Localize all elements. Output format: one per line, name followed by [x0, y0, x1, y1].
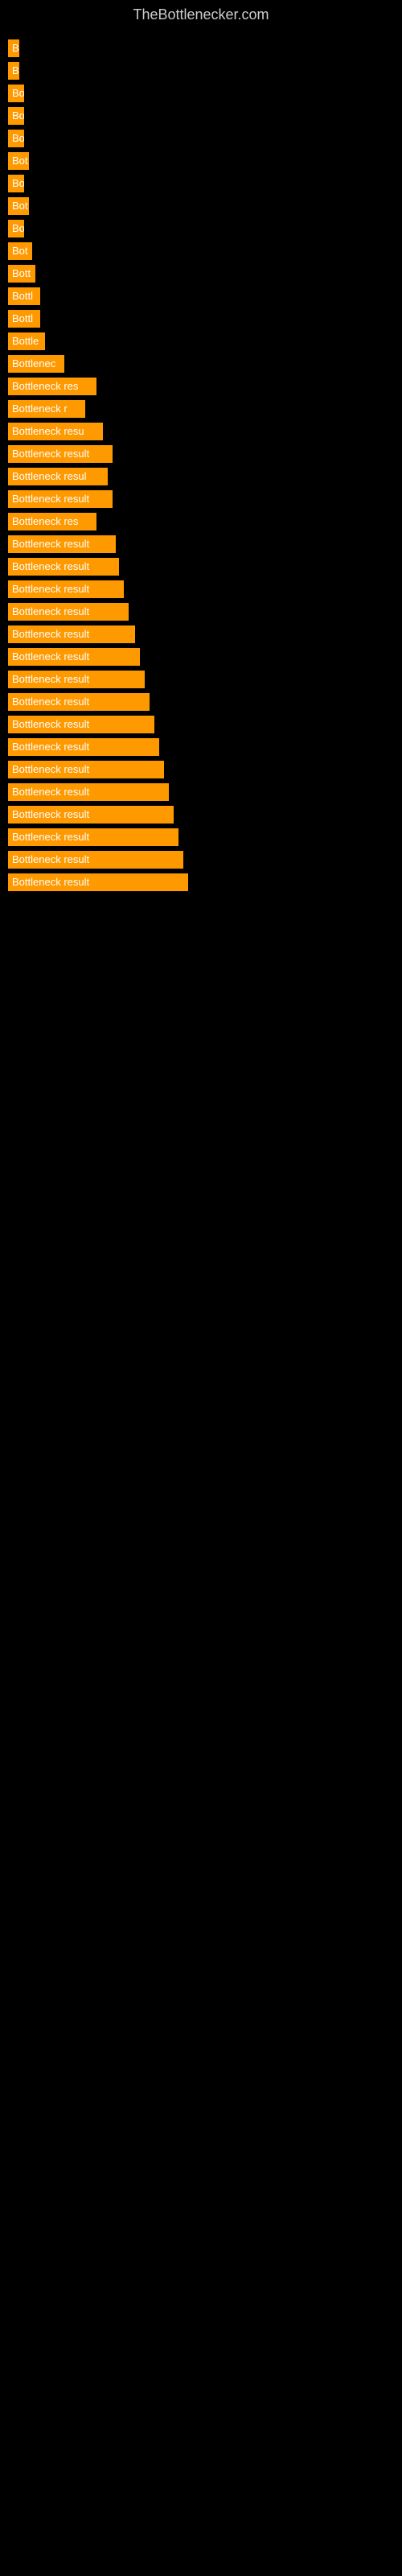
bar-label-3: Bo [8, 107, 24, 125]
bar-item-3: Bo [8, 107, 402, 125]
bar-label-12: Bottl [8, 310, 40, 328]
bar-item-22: Bottleneck result [8, 535, 402, 553]
bar-label-23: Bottleneck result [8, 558, 119, 576]
bar-label-34: Bottleneck result [8, 806, 174, 824]
bar-label-36: Bottleneck result [8, 851, 183, 869]
bar-item-26: Bottleneck result [8, 625, 402, 643]
bar-item-30: Bottleneck result [8, 716, 402, 733]
bar-label-17: Bottleneck resu [8, 423, 103, 440]
bar-item-16: Bottleneck r [8, 400, 402, 418]
bar-label-24: Bottleneck result [8, 580, 124, 598]
bar-label-30: Bottleneck result [8, 716, 154, 733]
bar-item-24: Bottleneck result [8, 580, 402, 598]
bar-label-0: B [8, 39, 19, 57]
bar-item-10: Bott [8, 265, 402, 283]
bar-label-11: Bottl [8, 287, 40, 305]
bar-label-9: Bot [8, 242, 32, 260]
bar-item-19: Bottleneck resul [8, 468, 402, 485]
bar-item-32: Bottleneck result [8, 761, 402, 778]
bar-item-8: Bo [8, 220, 402, 237]
bar-label-16: Bottleneck r [8, 400, 85, 418]
bar-item-15: Bottleneck res [8, 378, 402, 395]
bar-label-19: Bottleneck resul [8, 468, 108, 485]
bar-label-1: B [8, 62, 19, 80]
bar-item-0: B [8, 39, 402, 57]
bar-label-27: Bottleneck result [8, 648, 140, 666]
bar-item-36: Bottleneck result [8, 851, 402, 869]
bar-item-7: Bot [8, 197, 402, 215]
bar-label-22: Bottleneck result [8, 535, 116, 553]
bar-item-35: Bottleneck result [8, 828, 402, 846]
bar-label-32: Bottleneck result [8, 761, 164, 778]
bar-label-10: Bott [8, 265, 35, 283]
bar-item-17: Bottleneck resu [8, 423, 402, 440]
bar-label-31: Bottleneck result [8, 738, 159, 756]
bar-item-23: Bottleneck result [8, 558, 402, 576]
bar-label-20: Bottleneck result [8, 490, 113, 508]
bar-item-18: Bottleneck result [8, 445, 402, 463]
bar-label-33: Bottleneck result [8, 783, 169, 801]
bar-item-2: Bo [8, 85, 402, 102]
bar-label-15: Bottleneck res [8, 378, 96, 395]
bar-item-4: Bo [8, 130, 402, 147]
bar-item-5: Bot [8, 152, 402, 170]
bar-label-2: Bo [8, 85, 24, 102]
bar-label-28: Bottleneck result [8, 671, 145, 688]
bar-item-27: Bottleneck result [8, 648, 402, 666]
bar-label-21: Bottleneck res [8, 513, 96, 530]
bar-label-26: Bottleneck result [8, 625, 135, 643]
bar-item-12: Bottl [8, 310, 402, 328]
bar-label-14: Bottlenec [8, 355, 64, 373]
bar-label-4: Bo [8, 130, 24, 147]
bar-item-6: Bo [8, 175, 402, 192]
bar-item-25: Bottleneck result [8, 603, 402, 621]
bar-label-25: Bottleneck result [8, 603, 129, 621]
bar-item-13: Bottle [8, 332, 402, 350]
bar-item-29: Bottleneck result [8, 693, 402, 711]
bar-label-8: Bo [8, 220, 24, 237]
bar-label-37: Bottleneck result [8, 873, 188, 891]
bar-item-11: Bottl [8, 287, 402, 305]
bar-item-37: Bottleneck result [8, 873, 402, 891]
bar-item-20: Bottleneck result [8, 490, 402, 508]
bar-item-9: Bot [8, 242, 402, 260]
bar-item-33: Bottleneck result [8, 783, 402, 801]
bar-item-14: Bottlenec [8, 355, 402, 373]
bar-label-5: Bot [8, 152, 29, 170]
bar-item-31: Bottleneck result [8, 738, 402, 756]
bar-label-35: Bottleneck result [8, 828, 178, 846]
bar-item-34: Bottleneck result [8, 806, 402, 824]
bar-item-1: B [8, 62, 402, 80]
bar-item-28: Bottleneck result [8, 671, 402, 688]
bar-label-13: Bottle [8, 332, 45, 350]
bar-label-18: Bottleneck result [8, 445, 113, 463]
bar-label-29: Bottleneck result [8, 693, 150, 711]
bar-label-7: Bot [8, 197, 29, 215]
bar-item-21: Bottleneck res [8, 513, 402, 530]
site-title: TheBottlenecker.com [0, 0, 402, 27]
bar-label-6: Bo [8, 175, 24, 192]
